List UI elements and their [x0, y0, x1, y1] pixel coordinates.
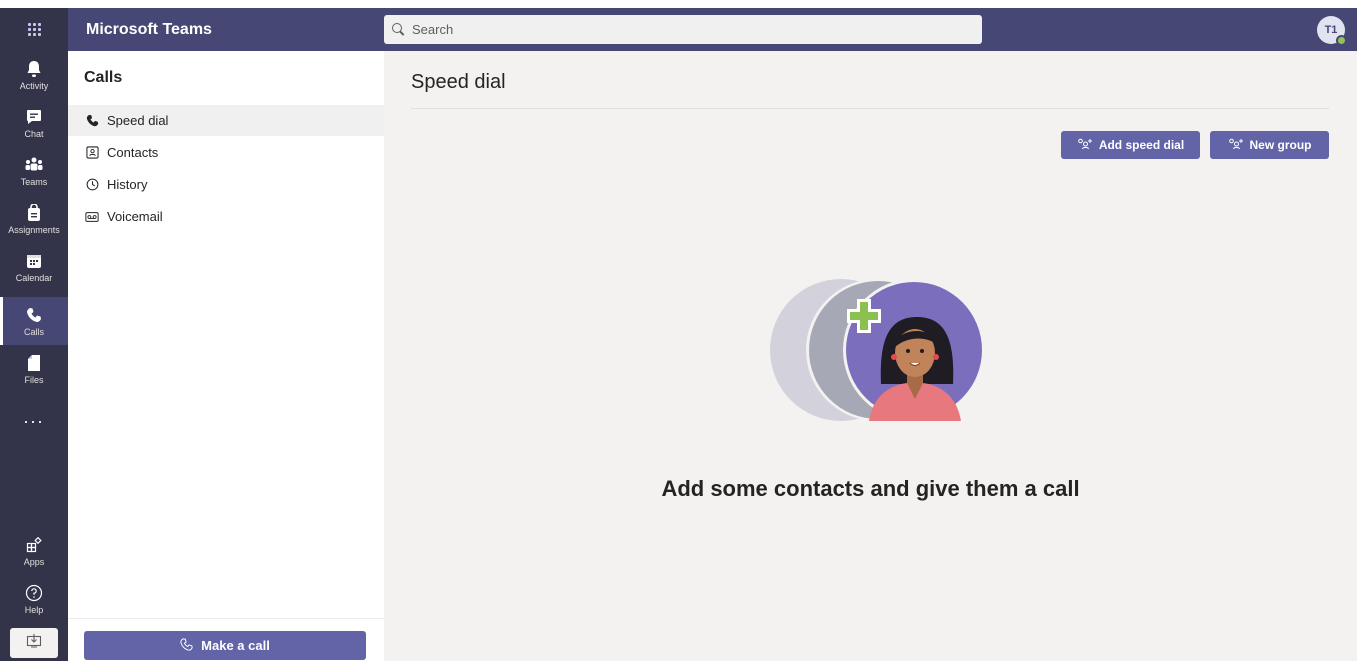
teams-icon [24, 155, 44, 175]
rail-label: Activity [19, 81, 49, 91]
new-group-label: New group [1249, 138, 1312, 152]
phone-icon [24, 305, 44, 325]
panel-title: Calls [84, 69, 123, 86]
nav-item-label: Voicemail [107, 209, 163, 224]
rail-item-help[interactable]: Help [0, 575, 68, 623]
bell-icon [24, 59, 44, 79]
voicemail-icon [85, 210, 99, 224]
phone-icon [180, 637, 193, 654]
contacts-illustration [770, 279, 984, 421]
rail-item-assignments[interactable]: Assignments [0, 195, 68, 243]
add-speed-dial-button[interactable]: Add speed dial [1061, 131, 1200, 159]
rail-item-chat[interactable]: Chat [0, 99, 68, 147]
avatar[interactable]: T1 [1317, 16, 1347, 46]
rail-item-teams[interactable]: Teams [0, 147, 68, 195]
calendar-icon [24, 251, 44, 271]
file-icon [24, 353, 44, 373]
main-content: Speed dial Add speed dial New group Add … [384, 51, 1357, 661]
more-apps-button[interactable]: ... [0, 401, 68, 433]
more-icon: ... [23, 406, 45, 427]
phone-icon [85, 114, 99, 128]
rail-label: Calls [23, 327, 44, 337]
apps-icon [24, 535, 44, 555]
help-icon [24, 583, 44, 603]
calls-panel: Calls Speed dial Contacts History Voicem… [68, 51, 384, 661]
rail-item-calendar[interactable]: Calendar [0, 243, 68, 291]
app-rail: Activity Chat Teams Assignments Calendar… [0, 51, 68, 661]
search-input[interactable] [412, 22, 952, 37]
nav-item-voicemail[interactable]: Voicemail [68, 201, 384, 232]
add-contact-icon [1077, 138, 1093, 153]
download-icon [26, 633, 42, 654]
nav-item-speed-dial[interactable]: Speed dial [68, 105, 384, 136]
waffle-icon [27, 23, 41, 36]
nav-item-history[interactable]: History [68, 169, 384, 200]
avatar-initials: T1 [1324, 24, 1338, 36]
rail-item-files[interactable]: Files [0, 345, 68, 393]
rail-item-activity[interactable]: Activity [0, 51, 68, 99]
empty-state-message: Add some contacts and give them a call [661, 476, 1080, 501]
page-title: Speed dial [411, 71, 506, 93]
contacts-icon [85, 146, 99, 160]
rail-label: Help [24, 605, 44, 615]
search-box[interactable] [384, 15, 982, 44]
assignments-icon [24, 203, 44, 223]
rail-label: Calendar [15, 273, 53, 283]
title-divider [411, 108, 1329, 109]
add-group-icon [1228, 138, 1244, 153]
presence-status-icon [1336, 35, 1347, 46]
nav-item-label: History [107, 177, 148, 192]
nav-item-contacts[interactable]: Contacts [68, 137, 384, 168]
nav-item-label: Speed dial [107, 113, 169, 128]
nav-item-label: Contacts [107, 145, 159, 160]
download-app-button[interactable] [10, 628, 58, 658]
app-title: Microsoft Teams [86, 21, 212, 38]
rail-item-apps[interactable]: Apps [0, 527, 68, 575]
new-group-button[interactable]: New group [1210, 131, 1329, 159]
panel-divider [68, 618, 384, 619]
chat-icon [24, 107, 44, 127]
rail-label: Chat [24, 129, 44, 139]
add-speed-dial-label: Add speed dial [1098, 138, 1185, 152]
rail-item-calls[interactable]: Calls [0, 297, 68, 345]
clock-icon [85, 178, 99, 192]
search-icon [392, 22, 406, 37]
rail-label: Apps [23, 557, 45, 567]
app-launcher-button[interactable] [0, 8, 68, 51]
rail-label: Files [24, 375, 44, 385]
make-a-call-label: Make a call [201, 638, 270, 653]
top-bar: Microsoft Teams T1 [0, 0, 1357, 51]
rail-label: Assignments [8, 225, 60, 235]
make-a-call-button[interactable]: Make a call [84, 631, 366, 660]
rail-label: Teams [20, 177, 48, 187]
